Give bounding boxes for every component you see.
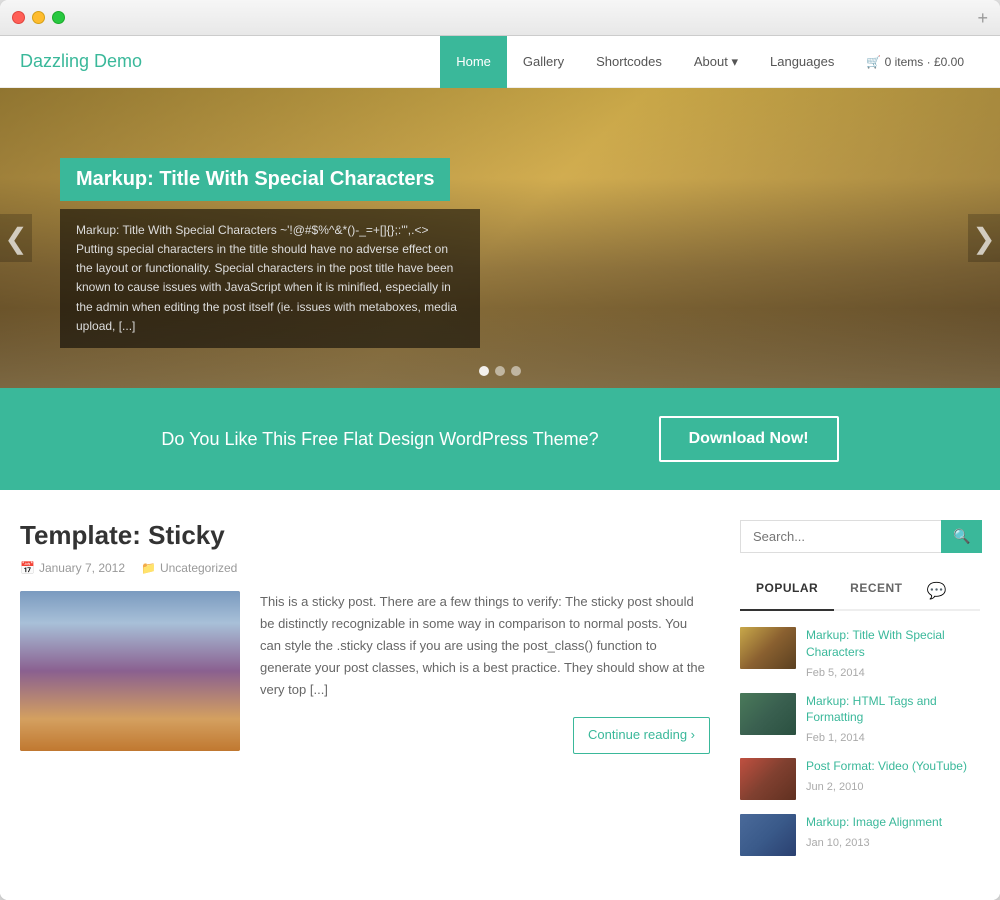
cta-banner: Do You Like This Free Flat Design WordPr… (0, 388, 1000, 490)
hero-title-box: Markup: Title With Special Characters (60, 158, 450, 201)
widget-item-date-4: Jan 10, 2013 (806, 837, 870, 849)
slider-dot-1[interactable] (479, 366, 489, 376)
calendar-icon: 📅 (20, 561, 35, 575)
cta-text: Do You Like This Free Flat Design WordPr… (161, 429, 598, 450)
widget-item-title-1[interactable]: Markup: Title With Special Characters (806, 627, 980, 661)
nav-cart[interactable]: 🛒 0 items · £0.00 (850, 36, 980, 88)
browser-titlebar: + (0, 0, 1000, 36)
post-thumbnail[interactable] (20, 591, 240, 751)
maximize-button[interactable] (52, 11, 65, 24)
browser-window: + Dazzling Demo Home Gallery Shortcodes … (0, 0, 1000, 900)
slider-dot-3[interactable] (511, 366, 521, 376)
widget-item-date-3: Jun 2, 2010 (806, 781, 864, 793)
search-button[interactable]: 🔍 (941, 520, 982, 553)
widget-item-date-2: Feb 1, 2014 (806, 732, 865, 744)
nav-shortcodes[interactable]: Shortcodes (580, 36, 678, 88)
widget-thumb-2 (740, 693, 796, 735)
widget-tabs: POPULAR RECENT 💬 (740, 573, 980, 611)
list-item: Post Format: Video (YouTube) Jun 2, 2010 (740, 758, 980, 800)
widget-item-info-1: Markup: Title With Special Characters Fe… (806, 627, 980, 679)
tab-recent[interactable]: RECENT (834, 573, 918, 609)
main-nav: Home Gallery Shortcodes About ▾ Language… (440, 36, 980, 88)
browser-traffic-lights (12, 11, 65, 24)
post-date: 📅 January 7, 2012 (20, 561, 125, 575)
widget-thumb-1 (740, 627, 796, 669)
post-excerpt-text: This is a sticky post. There are a few t… (260, 591, 710, 701)
sidebar: 🔍 POPULAR RECENT 💬 Markup: Title With Sp… (740, 520, 980, 870)
nav-home[interactable]: Home (440, 36, 507, 88)
slider-dots (479, 366, 521, 376)
site-logo[interactable]: Dazzling Demo (20, 51, 440, 72)
widget-item-title-3[interactable]: Post Format: Video (YouTube) (806, 758, 980, 775)
widget-thumb-4 (740, 814, 796, 856)
slider-prev-button[interactable]: ❮ (0, 214, 32, 262)
search-box: 🔍 (740, 520, 980, 553)
tab-chat[interactable]: 💬 (919, 573, 955, 609)
new-tab-button[interactable]: + (977, 9, 988, 27)
widget-item-info-3: Post Format: Video (YouTube) Jun 2, 2010 (806, 758, 980, 793)
post-meta: 📅 January 7, 2012 📁 Uncategorized (20, 561, 710, 575)
hero-content: Markup: Title With Special Characters Ma… (60, 158, 480, 348)
hero-slider: ❮ ❯ Markup: Title With Special Character… (0, 88, 1000, 388)
post-thumbnail-image (20, 591, 240, 751)
widget-item-title-2[interactable]: Markup: HTML Tags and Formatting (806, 693, 980, 727)
download-button[interactable]: Download Now! (659, 416, 839, 462)
slider-next-button[interactable]: ❯ (968, 214, 1000, 262)
posts-area: Template: Sticky 📅 January 7, 2012 📁 Unc… (20, 520, 710, 870)
continue-reading-link[interactable]: Continue reading › (573, 717, 710, 753)
list-item: Markup: Image Alignment Jan 10, 2013 (740, 814, 980, 856)
widget-item-info-2: Markup: HTML Tags and Formatting Feb 1, … (806, 693, 980, 745)
chevron-right-icon: ❯ (972, 222, 995, 255)
list-item: Markup: Title With Special Characters Fe… (740, 627, 980, 679)
nav-about[interactable]: About ▾ (678, 36, 754, 88)
list-item: Markup: HTML Tags and Formatting Feb 1, … (740, 693, 980, 745)
widget-popular-list: Markup: Title With Special Characters Fe… (740, 627, 980, 856)
hero-title: Markup: Title With Special Characters (76, 168, 434, 191)
main-content: Template: Sticky 📅 January 7, 2012 📁 Unc… (0, 490, 1000, 900)
search-input[interactable] (740, 520, 941, 553)
post-article: Template: Sticky 📅 January 7, 2012 📁 Unc… (20, 520, 710, 754)
nav-languages[interactable]: Languages (754, 36, 850, 88)
hero-excerpt: Markup: Title With Special Characters ~'… (60, 209, 480, 348)
close-button[interactable] (12, 11, 25, 24)
website: Dazzling Demo Home Gallery Shortcodes Ab… (0, 36, 1000, 900)
tab-popular[interactable]: POPULAR (740, 573, 834, 611)
post-title: Template: Sticky (20, 520, 710, 551)
widget-item-info-4: Markup: Image Alignment Jan 10, 2013 (806, 814, 980, 849)
post-body: This is a sticky post. There are a few t… (20, 591, 710, 754)
post-category-text: Uncategorized (160, 561, 237, 575)
site-header: Dazzling Demo Home Gallery Shortcodes Ab… (0, 36, 1000, 88)
minimize-button[interactable] (32, 11, 45, 24)
folder-icon: 📁 (141, 561, 156, 575)
post-date-text: January 7, 2012 (39, 561, 125, 575)
post-excerpt: This is a sticky post. There are a few t… (260, 591, 710, 754)
widget-thumb-3 (740, 758, 796, 800)
slider-dot-2[interactable] (495, 366, 505, 376)
post-category: 📁 Uncategorized (141, 561, 237, 575)
nav-gallery[interactable]: Gallery (507, 36, 580, 88)
widget-item-title-4[interactable]: Markup: Image Alignment (806, 814, 980, 831)
chevron-left-icon: ❮ (4, 222, 27, 255)
search-icon: 🔍 (953, 528, 970, 544)
widget-item-date-1: Feb 5, 2014 (806, 667, 865, 679)
